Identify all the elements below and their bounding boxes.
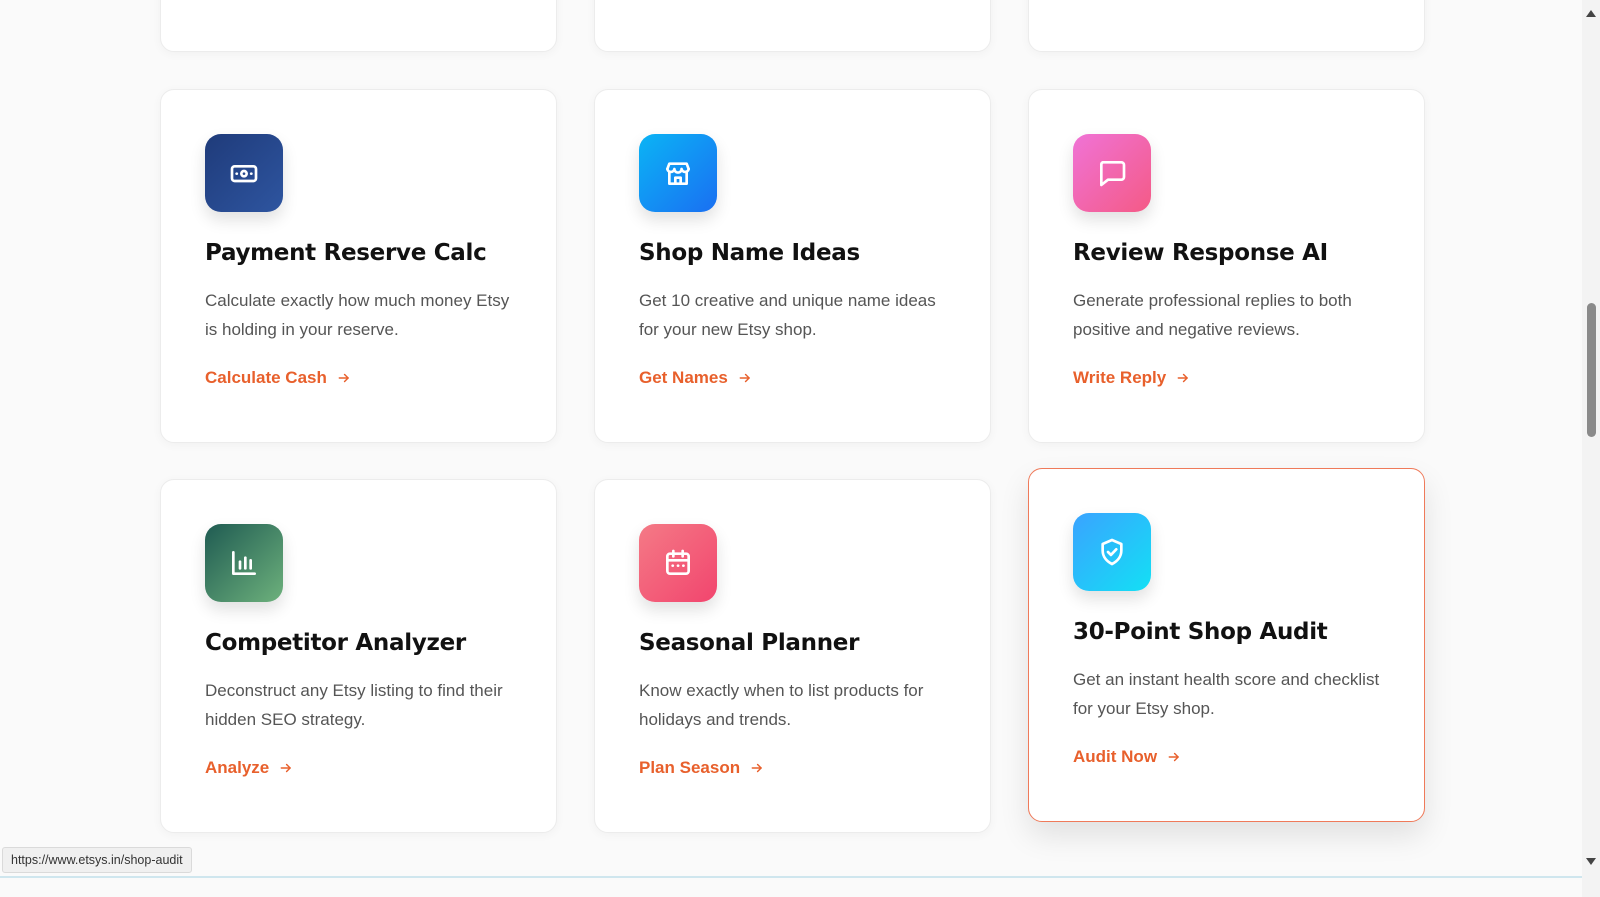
get-names-link[interactable]: Get Names [639,368,752,388]
card-title: Competitor Analyzer [205,630,466,656]
message-icon [1073,134,1151,212]
arrow-right-icon [751,763,762,773]
card-description: Generate professional replies to both po… [1073,291,1352,339]
tool-card-partial[interactable] [1028,0,1425,52]
tool-card-competitor-analyzer[interactable]: Competitor Analyzer Deconstruct any Etsy… [160,479,557,833]
arrow-right-icon [739,373,750,383]
tool-card-partial[interactable] [594,0,991,52]
write-reply-link[interactable]: Write Reply [1073,368,1190,388]
tool-card-shop-name-ideas[interactable]: Shop Name Ideas Get 10 creative and uniq… [594,89,991,443]
link-label: Write Reply [1073,368,1167,387]
link-label: Analyze [205,758,270,777]
link-label: Get Names [639,368,728,387]
bar-chart-icon [205,524,283,602]
scroll-down-icon[interactable] [1586,858,1596,865]
scroll-up-icon[interactable] [1586,10,1596,17]
arrow-right-icon [338,373,349,383]
plan-season-link[interactable]: Plan Season [639,758,764,778]
arrow-right-icon [1168,752,1179,762]
card-description: Get 10 creative and unique name ideas fo… [639,291,936,339]
link-label: Audit Now [1073,747,1158,766]
analyze-link[interactable]: Analyze [205,758,293,778]
status-url: https://www.etsys.in/shop-audit [11,853,183,867]
store-icon [639,134,717,212]
tool-card-review-response[interactable]: Review Response AI Generate professional… [1028,89,1425,443]
scroll-thumb[interactable] [1587,303,1596,437]
card-title: Review Response AI [1073,240,1328,266]
card-title: Payment Reserve Calc [205,240,487,266]
arrow-right-icon [1177,373,1189,383]
card-description: Deconstruct any Etsy listing to find the… [205,681,503,729]
link-label: Plan Season [639,758,741,777]
card-title: Seasonal Planner [639,630,860,656]
arrow-right-icon [280,763,292,773]
tools-grid: Payment Reserve Calc Calculate exactly h… [0,0,1582,897]
tool-card-seasonal-planner[interactable]: Seasonal Planner Know exactly when to li… [594,479,991,833]
link-label: Calculate Cash [205,368,327,387]
card-description: Get an instant health score and checklis… [1073,670,1380,718]
shield-check-icon [1073,513,1151,591]
calculate-cash-link[interactable]: Calculate Cash [205,368,351,388]
card-description: Know exactly when to list products for h… [639,681,924,729]
tool-card-partial[interactable] [160,0,557,52]
audit-now-link[interactable]: Audit Now [1073,747,1181,767]
card-description: Calculate exactly how much money Etsy is… [205,291,510,339]
vertical-scrollbar[interactable] [1582,0,1600,897]
card-title: 30-Point Shop Audit [1073,619,1328,645]
link-status-bar: https://www.etsys.in/shop-audit [2,847,192,873]
tool-card-payment-reserve[interactable]: Payment Reserve Calc Calculate exactly h… [160,89,557,443]
tool-card-shop-audit[interactable]: 30-Point Shop Audit Get an instant healt… [1028,468,1425,822]
page-bottom-edge [0,876,1582,878]
calendar-icon [639,524,717,602]
money-icon [205,134,283,212]
card-title: Shop Name Ideas [639,240,860,266]
